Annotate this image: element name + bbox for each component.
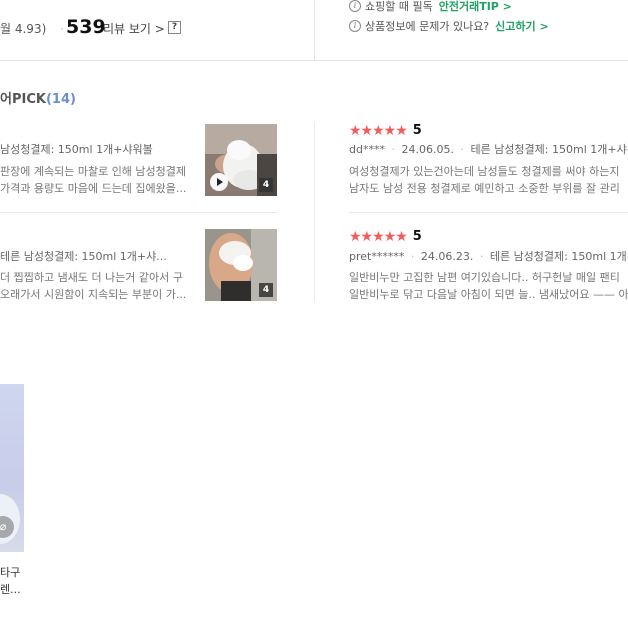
review-body-line[interactable]: 가격과 용량도 마음에 드는데 집에왔을... (0, 180, 196, 197)
play-icon[interactable] (210, 173, 228, 191)
product-card-image[interactable]: ⌀ (0, 384, 24, 552)
rating-average: 월 4.93) · (0, 20, 64, 37)
info-icon: i (349, 20, 361, 32)
review-body-line[interactable]: 남자도 남성 전용 청결제로 예민하고 소중한 부위를 잘 관리 (349, 180, 628, 197)
help-icon[interactable]: ? (168, 21, 181, 34)
info-icon: i (349, 0, 361, 12)
row-divider (0, 212, 278, 213)
review-thumbnail[interactable]: 4 (205, 124, 277, 196)
safe-trade-text: 쇼핑할 때 필독 (365, 0, 433, 13)
review-date: 24.06.23. (420, 250, 474, 263)
divider-vertical (314, 0, 315, 60)
review-product-option: 남성청결제: 150ml 1개+샤워볼 (0, 143, 153, 156)
report-question-text: 상품정보에 문제가 있나요? (365, 20, 490, 33)
star-icons: ★★★★★ (349, 122, 408, 139)
reviewer-id: dd**** (349, 143, 385, 156)
star-icons: ★★★★★ (349, 228, 408, 245)
review-thumbnail[interactable]: 4 (205, 229, 277, 301)
section-title: 어PICK(14) (0, 88, 76, 107)
product-card-title[interactable]: 렌... (0, 581, 21, 597)
review-body-line[interactable]: 여성청결제가 있는건아는데 남성들도 청결제를 써야 하는지 (349, 163, 628, 180)
photo-count-badge: 4 (259, 283, 273, 297)
photo-count-badge: 4 (259, 178, 273, 192)
row-divider (349, 212, 628, 213)
review-product-option: 테른 남성청결제: 150ml 1개+샤... (0, 250, 167, 263)
separator-dot: · (460, 143, 464, 156)
review-product-option: 테른 남성청결제: 150ml 1개+샤워볼 1 (470, 143, 628, 156)
star-rating: ★★★★★ 5 (349, 229, 422, 244)
separator-dot: · (479, 250, 484, 263)
separator-dot: · (60, 22, 64, 36)
star-rating: ★★★★★ 5 (349, 123, 422, 138)
review-body-line[interactable]: 오래가서 시원함이 지속되는 부분이 가... (0, 286, 196, 303)
star-score: 5 (412, 123, 422, 138)
review-body-line[interactable]: 판장에 계속되는 마찰로 인해 남성청결제 (0, 163, 196, 180)
review-view-link[interactable]: 리뷰 보기 > (103, 20, 165, 37)
section-divider (0, 60, 628, 61)
review-count: 539 (66, 16, 106, 38)
star-score: 5 (412, 229, 422, 244)
section-count: (14) (45, 92, 76, 107)
report-link[interactable]: 신고하기 > (495, 18, 549, 34)
review-meta-line: dd**** · 24.06.05. · 테른 남성청결제: 150ml 1개+… (349, 141, 628, 157)
separator-dot: · (391, 143, 395, 156)
reviewer-id: pret****** (349, 250, 405, 263)
review-date: 24.06.05. (401, 143, 454, 156)
review-product-option: 테른 남성청결제: 150ml 1개+샤워 (489, 250, 628, 263)
review-body-line[interactable]: 일반비누로 닦고 다음날 아침이 되면 늘.. 냄새났어요 —— 아 (349, 286, 628, 303)
safe-trade-notice: i 쇼핑할 때 필독 안전거래TIP > (349, 0, 512, 14)
report-notice: i 상품정보에 문제가 있나요? 신고하기 > (349, 18, 549, 34)
product-card-title[interactable]: 타구 (0, 564, 20, 580)
review-meta-line: pret****** · 24.06.23. · 테른 남성청결제: 150ml… (349, 248, 628, 264)
safe-trade-tip-link[interactable]: 안전거래TIP > (439, 0, 512, 14)
rating-average-text: 월 4.93) (0, 22, 47, 36)
divider-vertical (314, 122, 315, 302)
review-body-line[interactable]: 더 찝찝하고 냄새도 더 나는거 같아서 구 (0, 269, 196, 286)
section-title-text: 어PICK (0, 92, 46, 107)
separator-dot: · (410, 250, 415, 263)
review-body-line[interactable]: 일반비누만 고집한 남편 여기있습니다.. 허구헌날 매일 팬티 (349, 269, 628, 286)
